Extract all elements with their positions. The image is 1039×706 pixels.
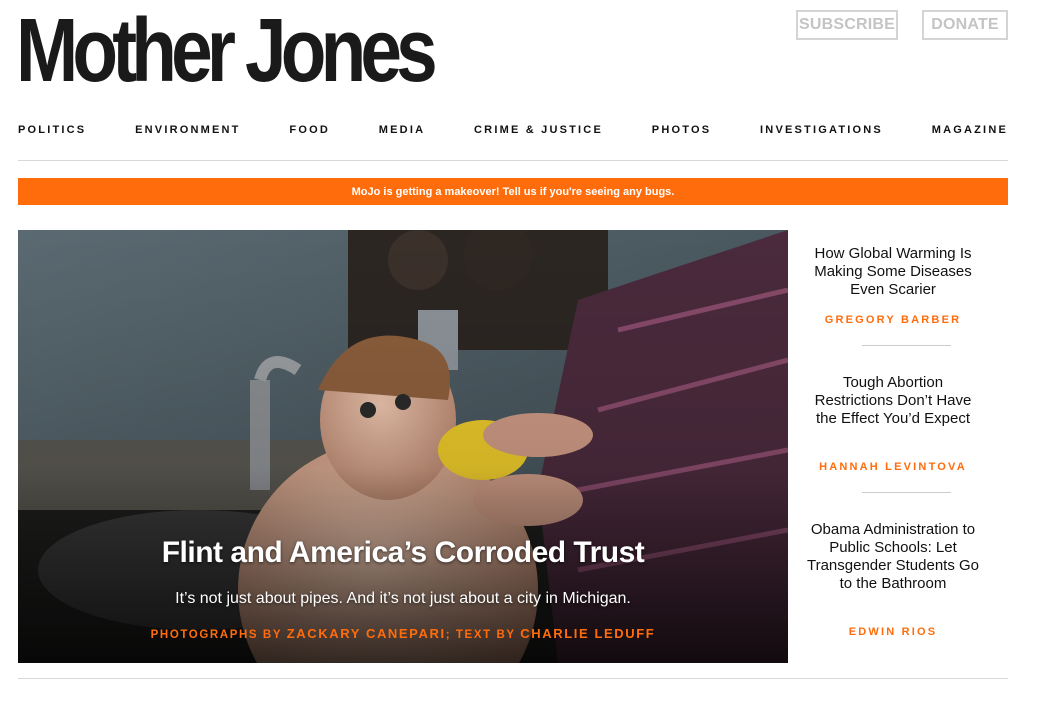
nav-item-food[interactable]: FOOD [289,124,330,140]
hero-byline: PHOTOGRAPHS BY ZACKARY CANEPARI; TEXT BY… [18,626,788,641]
nav-item-environment[interactable]: ENVIRONMENT [135,124,240,140]
sidebar-article-title[interactable]: How Global Warming Is Making Some Diseas… [803,245,983,299]
nav-item-magazine[interactable]: MAGAZINE [932,124,1008,140]
subscribe-button[interactable]: SUBSCRIBE [796,10,898,40]
byline-author[interactable]: CHARLIE LEDUFF [520,626,655,641]
nav-item-politics[interactable]: POLITICS [18,124,86,140]
hero-story[interactable]: Flint and America’s Corroded Trust It’s … [18,230,788,663]
byline-prefix: PHOTOGRAPHS BY [150,629,282,641]
nav-item-photos[interactable]: PHOTOS [652,124,711,140]
byline-separator: ; [445,629,452,641]
site-logo[interactable]: Mother Jones [16,6,438,96]
sidebar-divider [862,492,951,493]
nav-divider [18,160,1008,161]
main-nav: POLITICS ENVIRONMENT FOOD MEDIA CRIME & … [18,124,1008,140]
sidebar-article-title[interactable]: Tough Abortion Restrictions Don’t Have t… [803,374,983,428]
hero-dek: It’s not just about pipes. And it’s not … [175,590,631,607]
content-divider [18,678,1008,679]
byline-author[interactable]: ZACKARY CANEPARI [287,626,446,641]
hero-title[interactable]: Flint and America’s Corroded Trust [18,536,788,570]
sidebar-article-title[interactable]: Obama Administration to Public Schools: … [803,521,983,593]
nav-item-crime-justice[interactable]: CRIME & JUSTICE [474,124,603,140]
sidebar-divider [862,345,951,346]
sidebar-article-author[interactable]: GREGORY BARBER [803,314,983,326]
sidebar-article-author[interactable]: EDWIN RIOS [803,626,983,638]
sidebar-article-author[interactable]: HANNAH LEVINTOVA [803,461,983,473]
nav-item-investigations[interactable]: INVESTIGATIONS [760,124,883,140]
nav-item-media[interactable]: MEDIA [379,124,425,140]
byline-prefix: TEXT BY [455,629,516,641]
donate-button[interactable]: DONATE [922,10,1008,40]
makeover-banner[interactable]: MoJo is getting a makeover! Tell us if y… [18,178,1008,205]
